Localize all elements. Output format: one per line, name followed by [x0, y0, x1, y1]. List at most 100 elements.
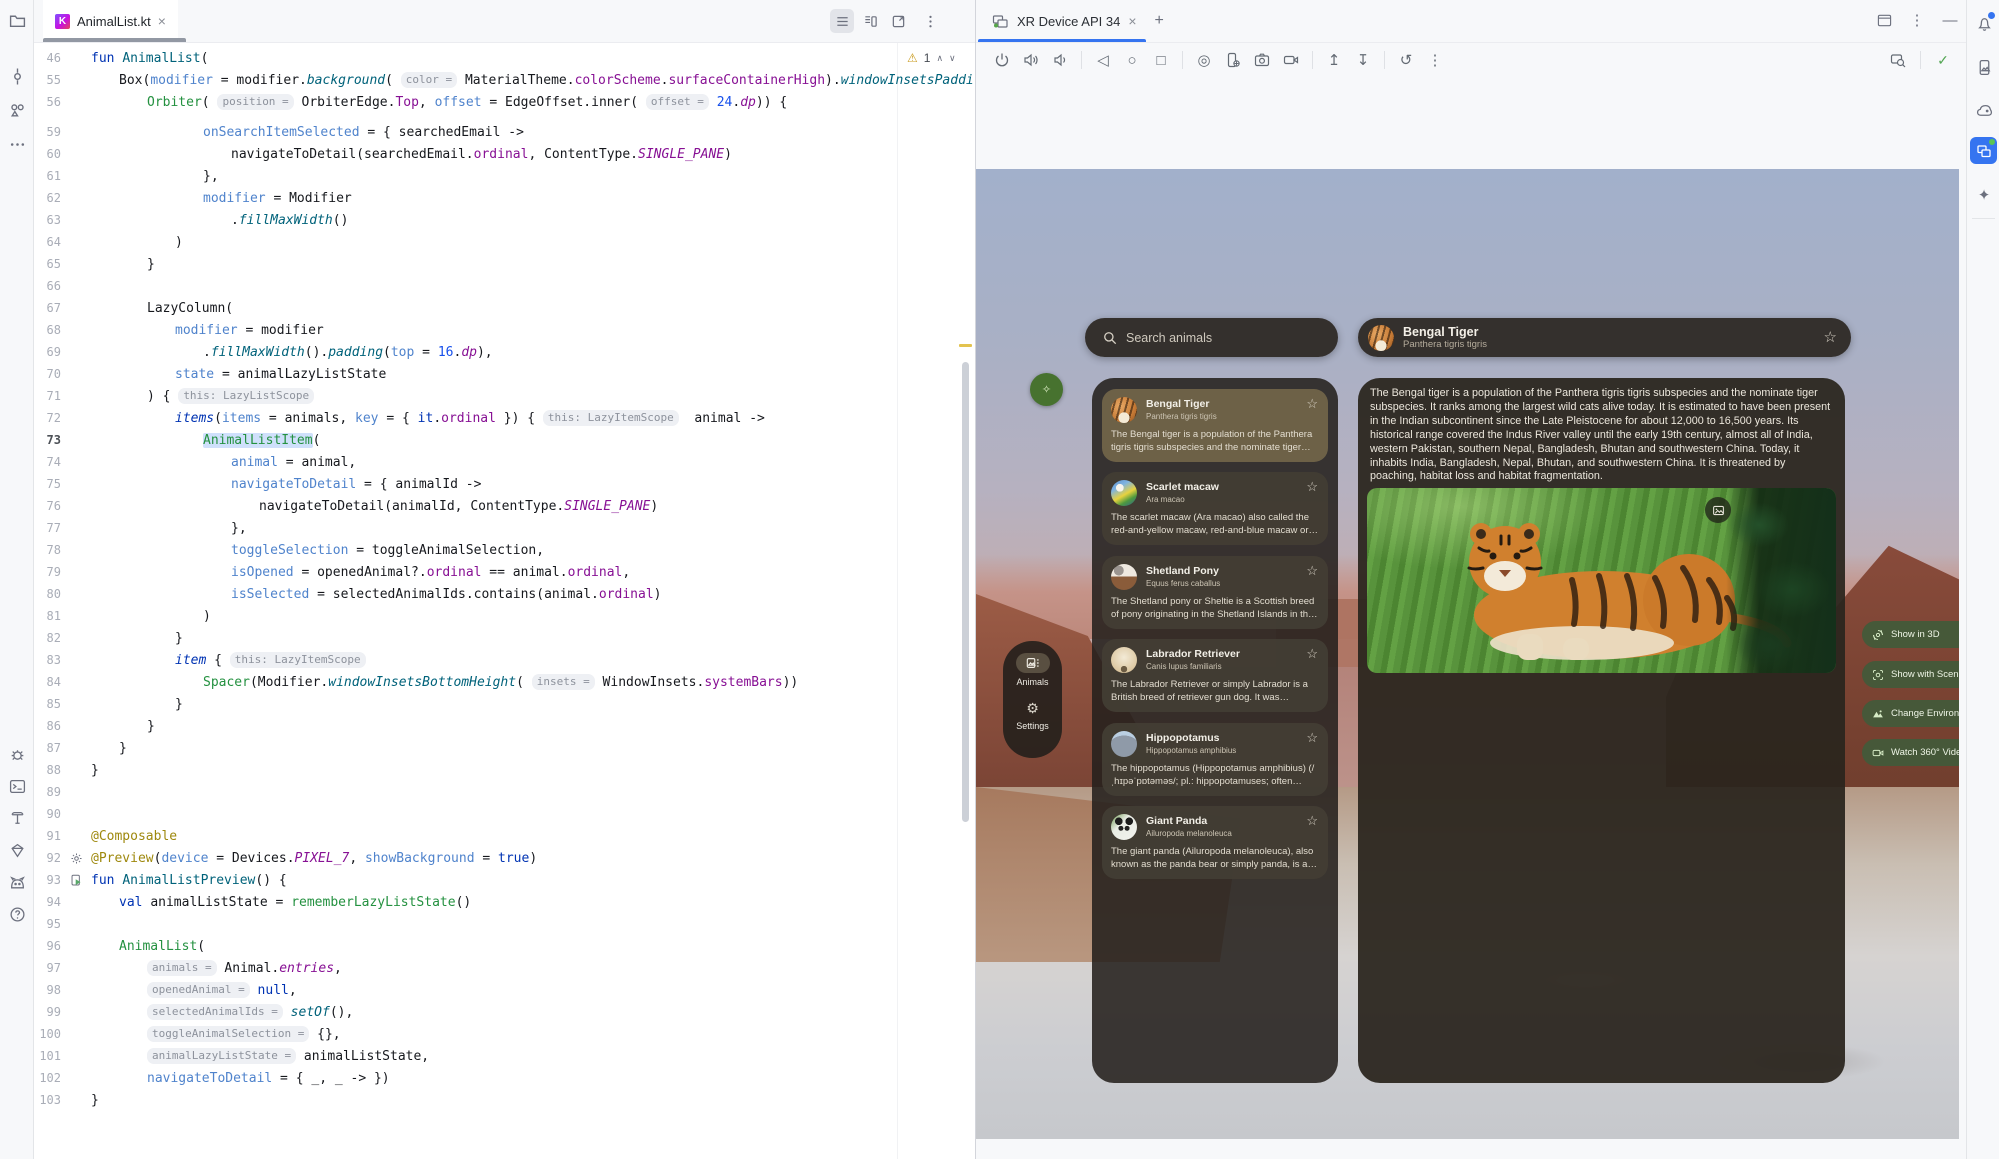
window-controls: ⋮ —: [1874, 10, 1960, 30]
back-icon[interactable]: ◁: [1093, 50, 1113, 70]
volume-down-icon[interactable]: [1050, 50, 1070, 70]
reset-icon[interactable]: ↺: [1396, 50, 1416, 70]
favorite-star-icon[interactable]: ☆: [1824, 328, 1837, 346]
single-view-icon[interactable]: [830, 9, 854, 33]
animal-list-item[interactable]: Giant Panda Ailuropoda melanoleuca ☆ The…: [1102, 806, 1328, 879]
close-tab-icon[interactable]: ×: [158, 14, 166, 28]
code-line: 85}: [33, 693, 974, 715]
window-layout-icon[interactable]: [1874, 10, 1894, 30]
tiger-photo[interactable]: [1367, 488, 1836, 673]
window-more-icon[interactable]: ⋮: [1907, 10, 1927, 30]
show-with-scene-button[interactable]: Show with Scene: [1862, 661, 1959, 688]
animal-description: The Shetland pony or Sheltie is a Scotti…: [1111, 595, 1321, 621]
nav-item-settings[interactable]: ⚙ Settings: [1003, 699, 1062, 731]
toolbar-separator: [1312, 51, 1313, 69]
animal-list-item[interactable]: Bengal Tiger Panthera tigris tigris ☆ Th…: [1102, 389, 1328, 462]
photo-gallery-badge-icon[interactable]: [1705, 497, 1731, 523]
terminal-icon[interactable]: [7, 776, 27, 796]
warning-count: 1: [924, 51, 931, 65]
push-file-icon[interactable]: ↥: [1324, 50, 1344, 70]
build-icon[interactable]: [7, 808, 27, 828]
screen-record-icon[interactable]: ◎: [1194, 50, 1214, 70]
animal-list-item[interactable]: Labrador Retriever Canis lupus familiari…: [1102, 639, 1328, 712]
line-number: 70: [33, 367, 61, 381]
power-icon[interactable]: [992, 50, 1012, 70]
problems-bug-icon[interactable]: [7, 744, 27, 764]
more-tools-icon[interactable]: [7, 134, 27, 154]
animal-subtitle: Hippopotamus amphibius: [1146, 746, 1236, 755]
toolbar-more-icon[interactable]: ⋮: [1425, 50, 1445, 70]
next-issue-icon[interactable]: ∨: [949, 53, 956, 64]
home-icon[interactable]: ○: [1122, 50, 1142, 70]
line-number: 84: [33, 675, 61, 689]
pane-divider[interactable]: [975, 0, 976, 1159]
scene-icon: [1872, 669, 1884, 681]
show-in-3d-button[interactable]: Show in 3D: [1862, 621, 1959, 648]
line-number: 67: [33, 301, 61, 315]
search-icon: [1103, 331, 1117, 345]
favorite-star-icon[interactable]: ☆: [1306, 563, 1318, 579]
line-number: 56: [33, 95, 61, 109]
logcat-icon[interactable]: [7, 872, 27, 892]
device-settings-icon[interactable]: [1223, 50, 1243, 70]
tab-animallist-kt[interactable]: K AnimalList.kt ×: [43, 0, 178, 42]
animal-subtitle: Canis lupus familiaris: [1146, 662, 1222, 671]
preview-settings-gutter-icon[interactable]: [61, 852, 91, 865]
float-view-icon[interactable]: [886, 9, 910, 33]
code-content[interactable]: 46fun AnimalList(55Box(modifier = modifi…: [33, 47, 974, 1111]
favorite-star-icon[interactable]: ☆: [1306, 730, 1318, 746]
watch-360-video-button[interactable]: Watch 360° Video: [1862, 739, 1959, 766]
line-number: 82: [33, 631, 61, 645]
prev-issue-icon[interactable]: ∧: [936, 53, 943, 64]
nav-item-animals[interactable]: Animals: [1003, 653, 1062, 687]
favorite-star-icon[interactable]: ☆: [1306, 646, 1318, 662]
code-line: 94val animalListState = rememberLazyList…: [33, 891, 974, 913]
notifications-bell-icon[interactable]: [1973, 12, 1995, 34]
line-number: 46: [33, 51, 61, 65]
split-view-icon[interactable]: [858, 9, 882, 33]
emulator-toolbar-right: ✓: [1888, 42, 1953, 78]
gemini-icon[interactable]: ✦: [1973, 184, 1995, 206]
overview-icon[interactable]: □: [1151, 50, 1171, 70]
tab-options-kebab-icon[interactable]: [918, 9, 942, 33]
line-number: 85: [33, 697, 61, 711]
video-camera-icon: [1872, 747, 1884, 759]
search-input[interactable]: Search animals: [1085, 318, 1338, 357]
tab-xr-device[interactable]: XR Device API 34 × +: [978, 0, 1178, 42]
volume-up-icon[interactable]: [1021, 50, 1041, 70]
inspection-widget[interactable]: ⚠ 1 ∧ ∨: [903, 48, 960, 68]
code-line: 90: [33, 803, 974, 825]
minimize-icon[interactable]: —: [1940, 10, 1960, 30]
record-video-icon[interactable]: [1281, 50, 1301, 70]
line-number: 66: [33, 279, 61, 293]
new-device-tab-icon[interactable]: +: [1155, 12, 1164, 30]
detail-header[interactable]: Bengal Tiger Panthera tigris tigris ☆: [1358, 318, 1851, 357]
close-device-tab-icon[interactable]: ×: [1128, 14, 1136, 28]
change-environment-button[interactable]: Change Environme: [1862, 700, 1959, 727]
help-icon[interactable]: [7, 904, 27, 924]
running-devices-icon[interactable]: [1970, 137, 1997, 164]
structure-icon[interactable]: [7, 100, 27, 120]
profiler-icon[interactable]: [7, 840, 27, 860]
code-line: 46fun AnimalList(: [33, 47, 974, 69]
favorite-star-icon[interactable]: ☆: [1306, 813, 1318, 829]
run-preview-gutter-icon[interactable]: [61, 874, 91, 887]
toolbar-separator: [1081, 51, 1082, 69]
animal-list-item[interactable]: Scarlet macaw Ara macao ☆ The scarlet ma…: [1102, 472, 1328, 545]
commit-icon[interactable]: [7, 66, 27, 86]
gradle-icon[interactable]: [1973, 100, 1995, 122]
project-folder-icon[interactable]: [7, 10, 27, 30]
xr-recenter-button[interactable]: ✧: [1030, 373, 1063, 406]
animal-description: The Labrador Retriever or simply Labrado…: [1111, 678, 1321, 704]
screenshot-icon[interactable]: [1252, 50, 1272, 70]
device-manager-icon[interactable]: [1973, 56, 1995, 78]
animal-list-item[interactable]: Shetland Pony Equus ferus caballus ☆ The…: [1102, 556, 1328, 629]
code-line: 61},: [33, 165, 974, 187]
favorite-star-icon[interactable]: ☆: [1306, 396, 1318, 412]
save-file-icon[interactable]: ↧: [1353, 50, 1373, 70]
code-line: 55Box(modifier = modifier.background( co…: [33, 69, 974, 91]
favorite-star-icon[interactable]: ☆: [1306, 479, 1318, 495]
compare-screenshot-icon[interactable]: [1888, 50, 1908, 70]
animal-list-item[interactable]: Hippopotamus Hippopotamus amphibius ☆ Th…: [1102, 723, 1328, 796]
warning-icon: ⚠: [907, 51, 918, 65]
